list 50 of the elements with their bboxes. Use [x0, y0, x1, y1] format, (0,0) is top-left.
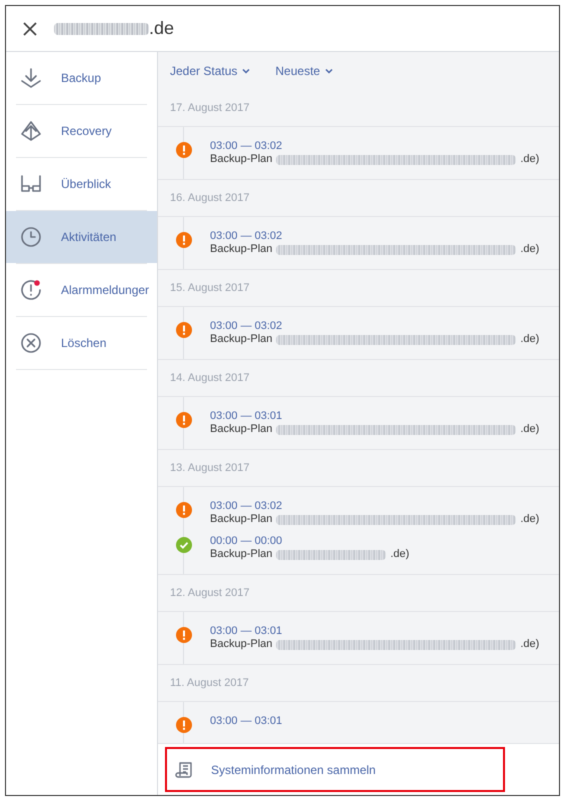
plan-suffix: .de)	[520, 243, 540, 256]
plan-label: Backup-Plan	[210, 333, 272, 346]
plan-suffix: .de)	[520, 638, 540, 651]
plan-suffix: .de)	[520, 333, 540, 346]
caret-icon	[324, 66, 334, 76]
date-heading: 14. August 2017	[170, 370, 250, 386]
plan-suffix: .de)	[520, 513, 540, 526]
time-range: 03:00 — 03:01	[210, 625, 284, 638]
time-range: 03:00 — 03:01	[210, 715, 282, 728]
alert-icon	[19, 278, 43, 302]
plan-suffix: .de)	[390, 548, 410, 561]
filter-dropdown[interactable]: Jeder Status	[170, 62, 252, 80]
plan-label: Backup-Plan	[210, 423, 272, 436]
date-heading: 13. August 2017	[170, 460, 250, 476]
plan-label: Backup-Plan	[210, 513, 272, 526]
activity-entry[interactable]: 03:00 — 03:01	[158, 715, 559, 733]
activity-entry[interactable]: 03:00 — 03:02 Backup-Plan .de)	[158, 320, 559, 346]
time-range: 03:00 — 03:02	[210, 140, 284, 153]
plan-label: Backup-Plan	[210, 243, 272, 256]
time-range: 03:00 — 03:02	[210, 500, 284, 513]
time-range: 03:00 — 03:02	[210, 230, 284, 243]
delete-icon	[19, 331, 43, 355]
plan-label: Backup-Plan	[210, 638, 272, 651]
time-range: 03:00 — 03:02	[210, 320, 284, 333]
collect-system-info-button[interactable]: Systeminformationen sammeln	[165, 747, 505, 792]
filter-dropdown[interactable]: Neueste	[275, 62, 334, 80]
download-icon	[19, 66, 43, 90]
activity-entry[interactable]: 03:00 — 03:01 Backup-Plan .de)	[158, 625, 559, 651]
activity-entry[interactable]: 00:00 — 00:00 Backup-Plan .de)	[158, 535, 559, 561]
activity-entry[interactable]: 03:00 — 03:01 Backup-Plan .de)	[158, 410, 559, 436]
date-heading: 12. August 2017	[170, 586, 250, 601]
activity-entry[interactable]: 03:00 — 03:02 Backup-Plan .de)	[158, 140, 559, 166]
plan-suffix: .de)	[520, 423, 540, 436]
plan-suffix: .de)	[520, 153, 540, 166]
upload-icon	[19, 119, 43, 143]
date-heading: 15. August 2017	[170, 280, 250, 296]
plan-label: Backup-Plan	[210, 153, 272, 166]
clock-icon	[19, 225, 43, 249]
window-title: .de	[149, 17, 174, 40]
time-range: 00:00 — 00:00	[210, 535, 284, 548]
date-heading: 11. August 2017	[170, 676, 249, 691]
plan-label: Backup-Plan	[210, 548, 272, 561]
activity-entry[interactable]: 03:00 — 03:02 Backup-Plan .de)	[158, 500, 559, 526]
date-heading: 16. August 2017	[170, 190, 250, 206]
activity-entry[interactable]: 03:00 — 03:02 Backup-Plan .de)	[158, 230, 559, 256]
caret-icon	[241, 66, 252, 76]
close-icon[interactable]	[22, 20, 38, 36]
date-heading: 17. August 2017	[170, 100, 250, 116]
sidebar-item[interactable]: Aktivitäten	[6, 211, 157, 263]
time-range: 03:00 — 03:01	[210, 410, 284, 423]
